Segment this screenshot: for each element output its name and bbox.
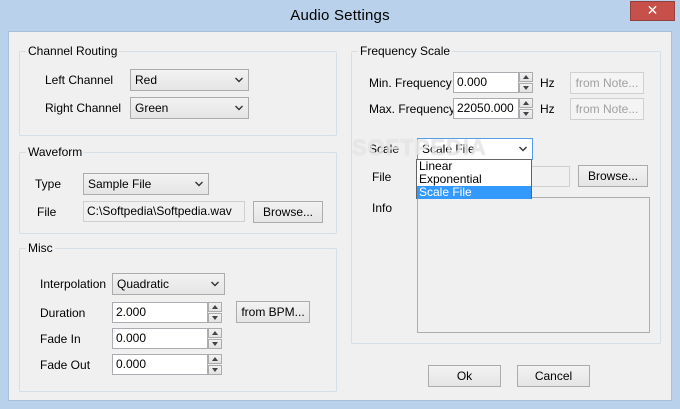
close-button[interactable]: ✕ bbox=[630, 1, 675, 21]
window-title: Audio Settings bbox=[290, 7, 390, 24]
min-frequency-label: Min. Frequency bbox=[369, 76, 452, 90]
duration-input[interactable]: 2.000 bbox=[112, 302, 208, 323]
close-icon: ✕ bbox=[646, 2, 659, 18]
min-frequency-unit: Hz bbox=[540, 76, 555, 90]
chevron-down-icon bbox=[211, 280, 219, 288]
right-channel-value: Green bbox=[135, 101, 169, 115]
spin-up-icon[interactable] bbox=[519, 98, 533, 108]
duration-label: Duration bbox=[40, 306, 86, 320]
spin-down-icon[interactable] bbox=[519, 109, 533, 119]
cancel-button[interactable]: Cancel bbox=[517, 365, 590, 387]
interpolation-value: Quadratic bbox=[117, 277, 170, 291]
type-label: Type bbox=[35, 177, 62, 191]
scale-file-label: File bbox=[372, 170, 392, 184]
info-label: Info bbox=[372, 201, 393, 215]
interpolation-select[interactable]: Quadratic bbox=[112, 273, 225, 295]
fade-out-value: 0.000 bbox=[116, 357, 147, 371]
right-channel-select[interactable]: Green bbox=[130, 97, 249, 119]
min-frequency-input[interactable]: 0.000 bbox=[453, 72, 519, 93]
max-frequency-spinner[interactable] bbox=[519, 98, 533, 119]
max-frequency-input[interactable]: 22050.000 bbox=[453, 98, 519, 119]
waveform-group: Waveform Type Sample File File C:\Softpe… bbox=[19, 145, 337, 234]
scale-browse-button[interactable]: Browse... bbox=[578, 165, 648, 187]
waveform-type-value: Sample File bbox=[88, 177, 152, 191]
channel-routing-title: Channel Routing bbox=[26, 44, 120, 58]
spin-up-icon[interactable] bbox=[208, 302, 222, 312]
max-from-note-button[interactable]: from Note... bbox=[570, 98, 644, 120]
scale-browse-label: Browse... bbox=[587, 169, 638, 183]
spin-down-icon[interactable] bbox=[519, 83, 533, 93]
dialog-client-area: Channel Routing Left Channel Red Right C… bbox=[8, 31, 672, 401]
from-bpm-label: from BPM... bbox=[241, 305, 305, 319]
fade-in-value: 0.000 bbox=[116, 331, 147, 345]
chevron-down-icon bbox=[235, 76, 243, 84]
cancel-label: Cancel bbox=[534, 369, 573, 383]
frequency-scale-title: Frequency Scale bbox=[358, 44, 453, 58]
min-from-note-button[interactable]: from Note... bbox=[570, 72, 644, 94]
scale-option-scale-file[interactable]: Scale File bbox=[417, 186, 531, 199]
max-frequency-value: 22050.000 bbox=[457, 101, 514, 115]
chevron-down-icon bbox=[195, 180, 203, 188]
fade-out-label: Fade Out bbox=[40, 358, 91, 372]
min-frequency-value: 0.000 bbox=[457, 75, 488, 89]
max-frequency-unit: Hz bbox=[540, 102, 555, 116]
fade-in-label: Fade In bbox=[40, 332, 81, 346]
title-bar: Audio Settings ✕ bbox=[0, 0, 680, 31]
max-from-note-label: from Note... bbox=[575, 102, 639, 116]
chevron-down-icon bbox=[519, 145, 527, 153]
channel-routing-group: Channel Routing Left Channel Red Right C… bbox=[19, 44, 337, 136]
fade-in-spinner[interactable] bbox=[208, 328, 222, 349]
left-channel-select[interactable]: Red bbox=[130, 69, 249, 91]
audio-settings-window: Audio Settings ✕ Channel Routing Left Ch… bbox=[0, 0, 680, 409]
duration-spinner[interactable] bbox=[208, 302, 222, 323]
fade-in-input[interactable]: 0.000 bbox=[112, 328, 208, 349]
fade-out-input[interactable]: 0.000 bbox=[112, 354, 208, 375]
scale-dropdown-list: Linear Exponential Scale File bbox=[416, 159, 532, 199]
spin-up-icon[interactable] bbox=[519, 72, 533, 82]
left-channel-value: Red bbox=[135, 73, 158, 87]
waveform-file-value: C:\Softpedia\Softpedia.wav bbox=[87, 204, 232, 218]
min-from-note-label: from Note... bbox=[575, 76, 639, 90]
interpolation-label: Interpolation bbox=[40, 277, 107, 291]
spin-down-icon[interactable] bbox=[208, 365, 222, 375]
info-text-area[interactable] bbox=[417, 197, 650, 333]
waveform-title: Waveform bbox=[26, 145, 85, 159]
left-channel-label: Left Channel bbox=[45, 73, 114, 87]
softpedia-watermark: SOFTPEDIA bbox=[352, 135, 487, 160]
spin-down-icon[interactable] bbox=[208, 339, 222, 349]
waveform-browse-label: Browse... bbox=[262, 205, 313, 219]
waveform-file-label: File bbox=[37, 205, 57, 219]
right-channel-label: Right Channel bbox=[45, 101, 122, 115]
duration-value: 2.000 bbox=[116, 305, 147, 319]
min-frequency-spinner[interactable] bbox=[519, 72, 533, 93]
waveform-type-select[interactable]: Sample File bbox=[83, 173, 209, 195]
from-bpm-button[interactable]: from BPM... bbox=[236, 301, 310, 323]
ok-button[interactable]: Ok bbox=[428, 365, 501, 387]
max-frequency-label: Max. Frequency bbox=[369, 102, 456, 116]
spin-up-icon[interactable] bbox=[208, 354, 222, 364]
fade-out-spinner[interactable] bbox=[208, 354, 222, 375]
spin-up-icon[interactable] bbox=[208, 328, 222, 338]
ok-label: Ok bbox=[456, 369, 473, 383]
waveform-file-field[interactable]: C:\Softpedia\Softpedia.wav bbox=[83, 201, 245, 222]
spin-down-icon[interactable] bbox=[208, 313, 222, 323]
chevron-down-icon bbox=[235, 104, 243, 112]
waveform-browse-button[interactable]: Browse... bbox=[253, 201, 323, 223]
misc-group: Misc Interpolation Quadratic Duration 2.… bbox=[19, 241, 337, 392]
misc-title: Misc bbox=[26, 241, 55, 255]
